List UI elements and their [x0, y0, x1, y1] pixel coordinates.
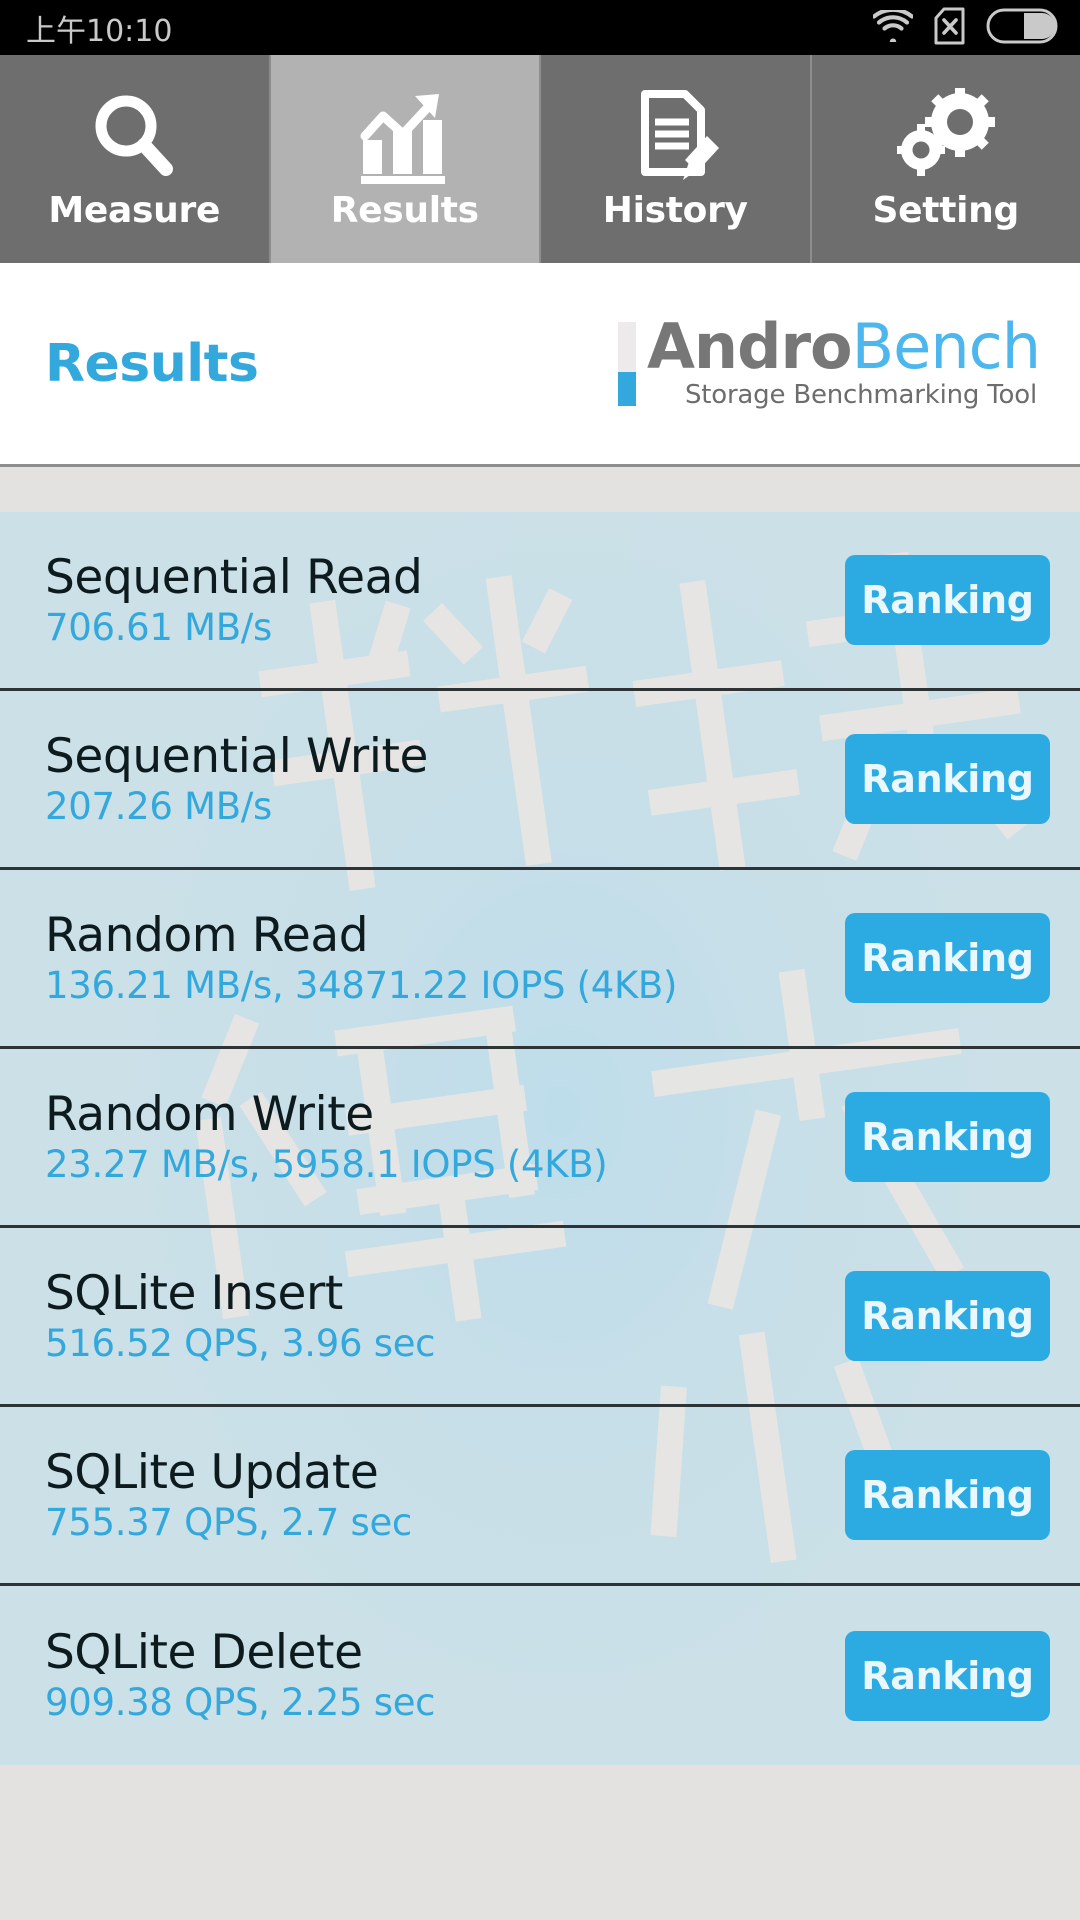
- tab-measure[interactable]: Measure: [0, 55, 271, 263]
- status-bar: 上午10:10: [0, 0, 1080, 55]
- ranking-button[interactable]: Ranking: [845, 555, 1050, 645]
- result-value: 207.26 MB/s: [45, 784, 272, 828]
- brand-tagline: Storage Benchmarking Tool: [684, 379, 1037, 410]
- tab-bar: Measure Results History Setting: [0, 55, 1080, 263]
- result-name: Sequential Read: [45, 549, 423, 605]
- chart-icon: [350, 88, 460, 184]
- ranking-button[interactable]: Ranking: [845, 1271, 1050, 1361]
- battery-icon: [986, 8, 1058, 48]
- status-clock: 上午10:10: [26, 13, 173, 49]
- tab-history-label: History: [602, 189, 748, 231]
- result-value: 755.37 QPS, 2.7 sec: [45, 1500, 412, 1544]
- table-row[interactable]: SQLite Delete 909.38 QPS, 2.25 sec Ranki…: [0, 1586, 1080, 1765]
- document-pencil-icon: [620, 88, 730, 184]
- table-row[interactable]: Sequential Read 706.61 MB/s Ranking: [0, 512, 1080, 691]
- ranking-button[interactable]: Ranking: [845, 1450, 1050, 1540]
- result-value: 516.52 QPS, 3.96 sec: [45, 1321, 436, 1365]
- table-row[interactable]: SQLite Insert 516.52 QPS, 3.96 sec Ranki…: [0, 1228, 1080, 1407]
- tab-setting[interactable]: Setting: [811, 55, 1080, 263]
- table-row[interactable]: Sequential Write 207.26 MB/s Ranking: [0, 691, 1080, 870]
- result-name: Random Read: [45, 907, 369, 963]
- table-row[interactable]: SQLite Update 755.37 QPS, 2.7 sec Rankin…: [0, 1407, 1080, 1586]
- status-icons: [871, 7, 1058, 49]
- result-value: 136.21 MB/s, 34871.22 IOPS (4KB): [45, 963, 678, 1007]
- logo-bar-icon: [617, 321, 636, 406]
- result-name: SQLite Update: [45, 1444, 379, 1500]
- results-list: Sequential Read 706.61 MB/s Ranking Sequ…: [0, 512, 1080, 1765]
- wifi-icon: [871, 7, 915, 46]
- ranking-button[interactable]: Ranking: [845, 913, 1050, 1003]
- results-scroll-area[interactable]: Sequential Read 706.61 MB/s Ranking Sequ…: [0, 467, 1080, 1920]
- tab-measure-label: Measure: [48, 189, 221, 231]
- androbench-logo: AndroBench Storage Benchmarking Tool: [617, 316, 1041, 410]
- result-name: Random Write: [45, 1086, 374, 1142]
- gears-icon: [891, 87, 1001, 184]
- result-name: SQLite Insert: [45, 1265, 343, 1321]
- tab-history[interactable]: History: [541, 55, 812, 263]
- brand-bench: Bench: [851, 310, 1041, 384]
- list-top-spacer: [0, 467, 1080, 512]
- tab-results[interactable]: Results: [270, 55, 541, 263]
- ranking-button[interactable]: Ranking: [845, 734, 1050, 824]
- tab-results-label: Results: [330, 189, 479, 231]
- sim-card-x-icon: [933, 7, 966, 49]
- page-title: Results: [45, 333, 259, 394]
- tab-setting-label: Setting: [872, 189, 1020, 231]
- result-value: 23.27 MB/s, 5958.1 IOPS (4KB): [45, 1142, 608, 1186]
- brand-name: AndroBench: [647, 316, 1041, 378]
- result-name: SQLite Delete: [45, 1625, 363, 1681]
- table-row[interactable]: Random Read 136.21 MB/s, 34871.22 IOPS (…: [0, 870, 1080, 1049]
- app-header: Results AndroBench Storage Benchmarking …: [0, 263, 1080, 467]
- search-icon: [79, 88, 189, 184]
- ranking-button[interactable]: Ranking: [845, 1092, 1050, 1182]
- result-name: Sequential Write: [45, 728, 429, 784]
- table-row[interactable]: Random Write 23.27 MB/s, 5958.1 IOPS (4K…: [0, 1049, 1080, 1228]
- result-value: 706.61 MB/s: [45, 605, 272, 649]
- result-value: 909.38 QPS, 2.25 sec: [45, 1681, 436, 1725]
- ranking-button[interactable]: Ranking: [845, 1630, 1050, 1721]
- brand-andro: Andro: [646, 310, 853, 384]
